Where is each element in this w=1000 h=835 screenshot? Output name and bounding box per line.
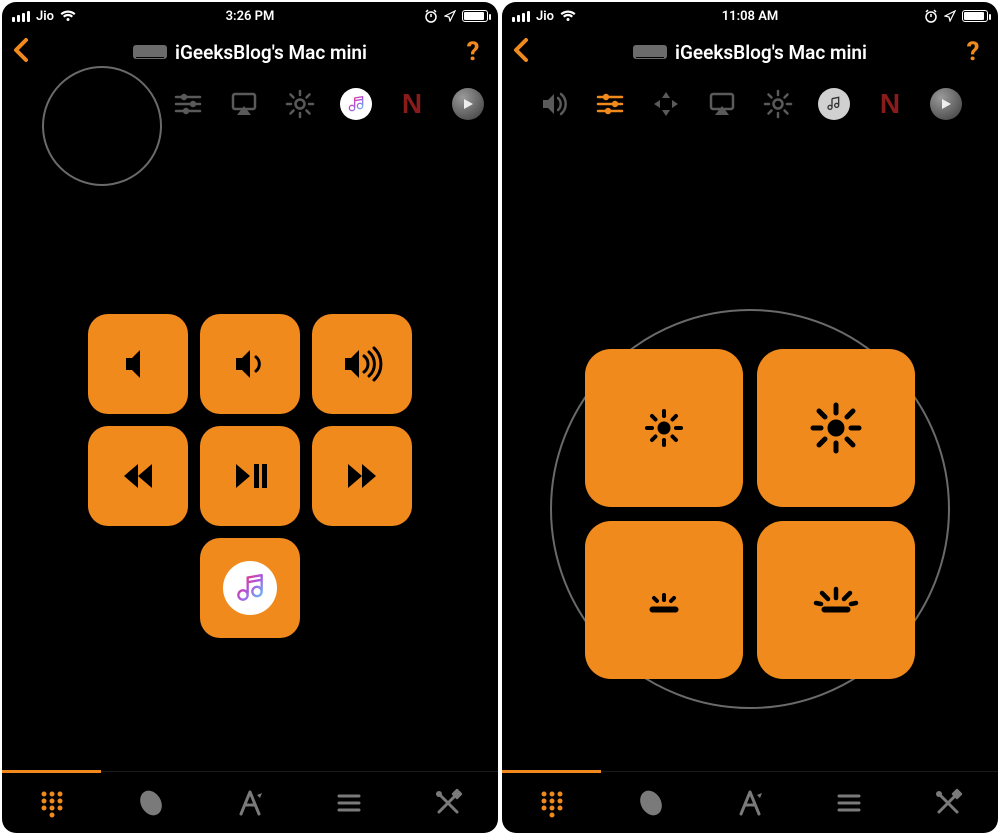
tab-mouse[interactable]	[601, 772, 700, 833]
help-button[interactable]: ?	[458, 37, 488, 67]
location-icon	[944, 10, 956, 22]
netflix-icon[interactable]: N	[394, 86, 430, 122]
app-header: iGeeksBlog's Mac mini ?	[502, 30, 998, 74]
content-area	[502, 134, 998, 771]
tab-apps[interactable]	[200, 772, 299, 833]
music-app-icon[interactable]	[338, 86, 374, 122]
netflix-icon[interactable]: N	[872, 86, 908, 122]
app-strip: N	[2, 74, 498, 134]
volume-mute-button[interactable]	[88, 314, 188, 414]
device-icon	[633, 45, 667, 59]
tab-bar	[2, 771, 498, 833]
battery-icon	[962, 10, 988, 22]
tab-keypad[interactable]	[502, 772, 601, 833]
brightness-up-button[interactable]	[757, 349, 915, 507]
page-title: iGeeksBlog's Mac mini	[675, 41, 867, 64]
tab-apps[interactable]	[700, 772, 799, 833]
app-header: iGeeksBlog's Mac mini ?	[2, 30, 498, 74]
back-button[interactable]	[512, 36, 542, 68]
navigate-icon[interactable]	[648, 86, 684, 122]
volume-up-button[interactable]	[312, 314, 412, 414]
play-pause-button[interactable]	[200, 426, 300, 526]
play-app-icon[interactable]	[928, 86, 964, 122]
brightness-down-button[interactable]	[585, 349, 743, 507]
right-screenshot: Jio 11:08 AM iGeeksBlog's Mac mini ? N	[502, 2, 998, 833]
back-button[interactable]	[12, 36, 42, 68]
tab-indicator	[2, 770, 101, 773]
volume-down-button[interactable]	[200, 314, 300, 414]
status-bar: Jio 3:26 PM	[2, 2, 498, 30]
tab-keypad[interactable]	[2, 772, 101, 833]
sliders-icon[interactable]	[592, 86, 628, 122]
device-icon	[133, 45, 167, 59]
music-app-icon[interactable]	[816, 86, 852, 122]
forward-button[interactable]	[312, 426, 412, 526]
carrier-label: Jio	[536, 9, 554, 24]
volume-icon[interactable]	[536, 86, 572, 122]
left-screenshot: Jio 3:26 PM iGeeksBlog's Mac mini ? N	[2, 2, 498, 833]
tab-mouse[interactable]	[101, 772, 200, 833]
music-app-button[interactable]	[200, 538, 300, 638]
clock: 3:26 PM	[76, 9, 424, 24]
tab-bar	[502, 771, 998, 833]
play-app-icon[interactable]	[450, 86, 486, 122]
airplay-icon[interactable]	[226, 86, 262, 122]
keyboard-backlight-down-button[interactable]	[585, 521, 743, 679]
tab-indicator	[502, 770, 601, 773]
battery-icon	[462, 10, 488, 22]
brightness-pad	[585, 349, 915, 679]
content-area	[2, 134, 498, 771]
status-bar: Jio 11:08 AM	[502, 2, 998, 30]
gear-icon[interactable]	[760, 86, 796, 122]
tab-menu[interactable]	[300, 772, 399, 833]
rewind-button[interactable]	[88, 426, 188, 526]
wifi-icon	[560, 10, 576, 22]
media-pad	[88, 314, 412, 638]
help-button[interactable]: ?	[958, 37, 988, 67]
signal-icon	[512, 11, 530, 22]
clock: 11:08 AM	[576, 9, 924, 24]
tab-tools[interactable]	[399, 772, 498, 833]
keyboard-backlight-up-button[interactable]	[757, 521, 915, 679]
wifi-icon	[60, 10, 76, 22]
location-icon	[444, 10, 456, 22]
alarm-icon	[924, 9, 938, 23]
airplay-icon[interactable]	[704, 86, 740, 122]
alarm-icon	[424, 9, 438, 23]
app-strip: N	[502, 74, 998, 134]
carrier-label: Jio	[36, 9, 54, 24]
signal-icon	[12, 11, 30, 22]
page-title: iGeeksBlog's Mac mini	[175, 41, 367, 64]
tab-menu[interactable]	[800, 772, 899, 833]
tab-tools[interactable]	[899, 772, 998, 833]
gear-icon[interactable]	[282, 86, 318, 122]
sliders-icon[interactable]	[170, 86, 206, 122]
